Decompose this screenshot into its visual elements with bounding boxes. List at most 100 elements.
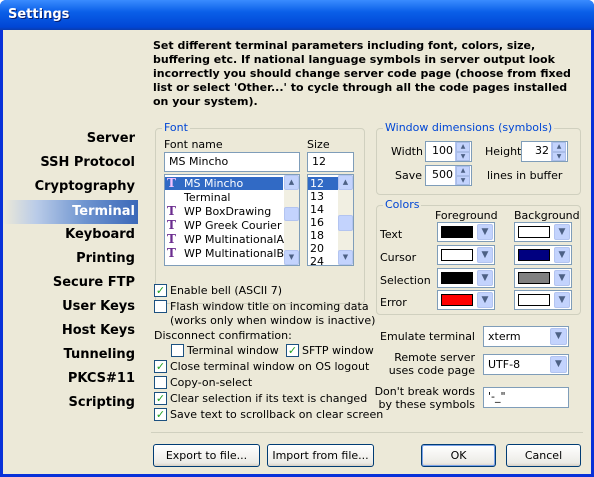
list-item[interactable]: T WP BoxDrawing (165, 205, 271, 219)
save-lines-spinner[interactable]: ▲ ▼ (455, 166, 470, 185)
sftp-window-checkbox[interactable]: ✓ (286, 344, 299, 357)
copy-on-select-checkbox[interactable] (154, 376, 167, 389)
emulate-terminal-select[interactable]: xterm ▼ (483, 326, 569, 347)
list-item[interactable]: 20 (308, 242, 324, 255)
background-color-picker[interactable]: ▼ (514, 245, 572, 265)
clear-selection-label: Clear selection if its text is changed (170, 392, 368, 405)
width-spinner[interactable]: ▲ ▼ (455, 142, 470, 161)
list-item[interactable]: 12 (308, 177, 338, 190)
chevron-down-icon[interactable]: ▼ (554, 224, 570, 240)
nav-item-scripting[interactable]: Scripting (3, 392, 138, 414)
nav-item-tunneling[interactable]: Tunneling (3, 344, 138, 366)
background-color-picker[interactable]: ▼ (514, 222, 572, 242)
font-list-scrollbar[interactable]: ▲ ▼ (284, 175, 299, 265)
color-swatch (441, 249, 473, 261)
background-color-picker[interactable]: ▼ (514, 268, 572, 288)
ok-button[interactable]: OK (421, 444, 496, 467)
nav-item-pkcs11[interactable]: PKCS#11 (3, 368, 138, 390)
list-item[interactable]: T WP MultinationalA C (165, 233, 295, 247)
spin-down-icon[interactable]: ▼ (456, 175, 470, 185)
font-name-list[interactable]: T MS Mincho Terminal T WP BoxDrawing T WP G… (164, 174, 300, 266)
close-on-logout-label: Close terminal window on OS logout (170, 360, 370, 373)
chevron-down-icon[interactable]: ▼ (554, 247, 570, 263)
spin-up-icon[interactable]: ▲ (456, 166, 470, 176)
enable-bell-checkbox[interactable]: ✓ (154, 284, 167, 297)
scroll-thumb[interactable] (338, 215, 353, 231)
flash-title-checkbox[interactable] (154, 300, 167, 313)
list-item[interactable]: Terminal (165, 191, 231, 204)
window-dimensions-legend: Window dimensions (symbols) (383, 121, 555, 134)
spin-up-icon[interactable]: ▲ (552, 142, 566, 152)
cancel-button[interactable]: Cancel (506, 444, 581, 467)
nav-item-server[interactable]: Server (3, 128, 138, 150)
list-item[interactable]: T WP Greek Courier (165, 218, 281, 233)
font-name-label: Font name (164, 138, 223, 151)
spin-down-icon[interactable]: ▼ (456, 151, 470, 161)
list-item[interactable]: 16 (308, 216, 324, 229)
height-spinner[interactable]: ▲ ▼ (551, 142, 566, 161)
chevron-down-icon[interactable]: ▼ (477, 270, 493, 286)
scroll-up-icon[interactable]: ▲ (338, 175, 353, 190)
foreground-label: Foreground (435, 209, 498, 222)
foreground-color-picker[interactable]: ▼ (437, 268, 495, 288)
spin-down-icon[interactable]: ▼ (552, 151, 566, 161)
nav-item-user-keys[interactable]: User Keys (3, 296, 138, 318)
list-item[interactable]: T WP MultinationalB C (165, 246, 295, 261)
terminal-window-checkbox[interactable] (171, 344, 184, 357)
nav-item-cryptography[interactable]: Cryptography (3, 176, 138, 198)
list-item[interactable]: T MS Mincho (165, 177, 283, 190)
list-item[interactable]: 18 (308, 229, 324, 242)
scroll-thumb[interactable] (284, 207, 299, 221)
foreground-color-picker[interactable]: ▼ (437, 290, 495, 310)
close-on-logout-checkbox[interactable]: ✓ (154, 360, 167, 373)
nav-item-keyboard[interactable]: Keyboard (3, 224, 138, 246)
truetype-icon: T (167, 218, 176, 232)
nav-item-host-keys[interactable]: Host Keys (3, 320, 138, 342)
nobreak-symbols-input[interactable]: '-_" (483, 387, 569, 408)
settings-window: Settings Set different terminal paramete… (0, 0, 594, 477)
chevron-down-icon[interactable]: ▼ (554, 270, 570, 286)
nav-item-terminal[interactable]: Terminal (3, 200, 138, 224)
sftp-window-label: SFTP window (302, 344, 374, 357)
foreground-color-picker[interactable]: ▼ (437, 222, 495, 242)
background-color-picker[interactable]: ▼ (514, 290, 572, 310)
colors-legend: Colors (383, 198, 422, 211)
nav-item-secure-ftp[interactable]: Secure FTP (3, 272, 138, 294)
chevron-down-icon[interactable]: ▼ (550, 356, 567, 373)
disconnect-confirmation-label: Disconnect confirmation: (154, 329, 292, 342)
list-item[interactable]: 14 (308, 203, 324, 216)
truetype-icon: T (167, 176, 176, 190)
scroll-up-icon[interactable]: ▲ (284, 175, 299, 190)
flash-title-label: Flash window title on incoming data (170, 300, 369, 313)
chevron-down-icon[interactable]: ▼ (477, 292, 493, 308)
height-label: Height (485, 145, 522, 158)
save-scrollback-label: Save text to scrollback on clear screen (170, 408, 384, 421)
chevron-down-icon[interactable]: ▼ (550, 328, 567, 345)
enable-bell-label: Enable bell (ASCII 7) (170, 284, 283, 297)
foreground-color-picker[interactable]: ▼ (437, 245, 495, 265)
color-swatch (441, 272, 473, 284)
export-to-file-button[interactable]: Export to file... (153, 444, 260, 467)
width-label: Width (391, 145, 423, 158)
font-name-input[interactable]: MS Mincho (164, 152, 300, 172)
chevron-down-icon[interactable]: ▼ (477, 224, 493, 240)
chevron-down-icon[interactable]: ▼ (477, 247, 493, 263)
nav-item-printing[interactable]: Printing (3, 248, 138, 270)
flash-title-note: (works only when window is inactive) (170, 314, 376, 327)
scroll-down-icon[interactable]: ▼ (284, 250, 299, 265)
save-scrollback-checkbox[interactable]: ✓ (154, 408, 167, 421)
codepage-select[interactable]: UTF-8 ▼ (483, 354, 569, 375)
font-size-input[interactable]: 12 (307, 152, 354, 172)
clear-selection-checkbox[interactable]: ✓ (154, 392, 167, 405)
list-item[interactable]: 24 (308, 255, 324, 265)
scroll-down-icon[interactable]: ▼ (338, 250, 353, 265)
list-item[interactable]: 13 (308, 190, 324, 203)
title-bar[interactable]: Settings (0, 0, 594, 30)
font-size-list[interactable]: 12 13 14 16 18 20 24 ▲ ▼ (307, 174, 354, 266)
nav-item-ssh-protocol[interactable]: SSH Protocol (3, 152, 138, 174)
spin-up-icon[interactable]: ▲ (456, 142, 470, 152)
size-list-scrollbar[interactable]: ▲ ▼ (338, 175, 353, 265)
import-from-file-button[interactable]: Import from file... (267, 444, 374, 467)
truetype-icon: T (167, 246, 176, 260)
chevron-down-icon[interactable]: ▼ (554, 292, 570, 308)
